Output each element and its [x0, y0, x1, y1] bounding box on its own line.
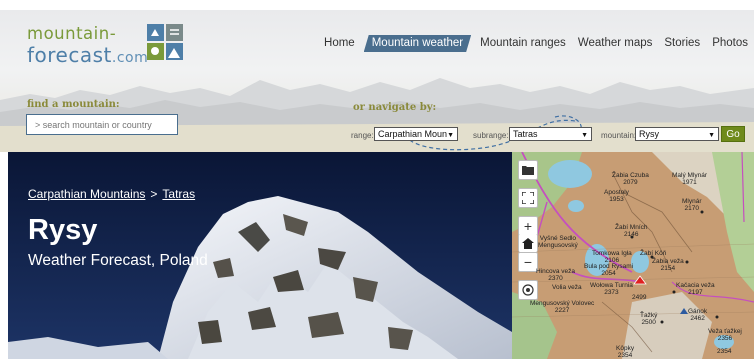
map-label: 2354 — [717, 348, 732, 355]
folder-icon[interactable] — [518, 160, 538, 180]
map-label: Kôpky 2354 — [616, 345, 635, 359]
map-label: Apostoly 1953 — [604, 189, 629, 203]
navigate-by-label: or navigate by: — [353, 102, 437, 113]
map-label: Žabia Czuba 2079 — [612, 172, 649, 186]
chevron-down-icon: ▼ — [708, 132, 715, 139]
nav-mountain-weather[interactable]: Mountain weather — [364, 35, 471, 52]
range-select-value: Carpathian Moun — [378, 129, 448, 139]
range-select[interactable]: Carpathian Moun ▼ — [374, 127, 458, 141]
logo-text-bottom: forecast.com — [27, 43, 148, 67]
nav-weather-maps[interactable]: Weather maps — [572, 35, 659, 52]
nav-home[interactable]: Home — [318, 35, 361, 52]
subrange-label: subrange: — [473, 131, 509, 140]
map-label: Žabia veža 2154 — [652, 258, 684, 272]
map-label: Ťažký 2500 — [640, 312, 658, 326]
subrange-select[interactable]: Tatras ▼ — [509, 127, 592, 141]
map-label: Žabí Mních 2146 — [615, 224, 648, 238]
map-label: Veža ťažkej 2356 — [708, 328, 742, 342]
nav-stories[interactable]: Stories — [658, 35, 706, 52]
nav-photos[interactable]: Photos — [706, 35, 754, 52]
mountain-select[interactable]: Rysy ▼ — [635, 127, 719, 141]
site-header: mountain- forecast.com Home Mountain wea… — [0, 10, 754, 152]
locate-icon[interactable] — [518, 280, 538, 300]
mountain-select-value: Rysy — [639, 129, 659, 139]
breadcrumb: Carpathian Mountains > Tatras — [28, 187, 195, 201]
map-label: Volia veža — [552, 284, 582, 291]
search-input[interactable] — [27, 115, 177, 135]
topo-map[interactable]: + − Žabia Czuba 2079 Malý Mlynár 1971 Apos… — [512, 152, 754, 359]
map-label: Bula pod Rysami 2054 — [584, 263, 634, 277]
go-button[interactable]: Go — [721, 126, 745, 142]
subrange-select-value: Tatras — [513, 129, 538, 139]
map-label: Malý Mlynár 1971 — [672, 172, 708, 186]
hero-banner: Carpathian Mountains > Tatras Rysy Weather… — [8, 152, 512, 359]
main-nav: Home Mountain weather Mountain ranges We… — [318, 35, 754, 52]
map-label: Mlynár 2170 — [682, 198, 702, 212]
map-label: 2499 — [632, 294, 647, 301]
chevron-down-icon: ▼ — [447, 132, 454, 139]
map-label: Žabí Kôň — [640, 250, 667, 257]
home-icon[interactable] — [518, 234, 538, 252]
mountain-label: mountain: — [601, 131, 637, 140]
map-label: Gánok 2462 — [688, 308, 708, 322]
map-label: Tomkowa Igła 2106 — [592, 250, 632, 264]
search-box — [26, 114, 178, 135]
map-label: Kačacia veža 2197 — [676, 282, 715, 296]
weather-icons-logo — [147, 24, 183, 60]
page-subtitle: Weather Forecast, Poland — [28, 252, 208, 269]
chevron-down-icon: ▼ — [581, 132, 588, 139]
zoom-in-icon[interactable]: + — [518, 216, 538, 236]
logo-text-top: mountain- — [27, 24, 117, 43]
range-label: range: — [351, 131, 374, 140]
find-mountain-label: find a mountain: — [27, 99, 120, 110]
logo-text-forecast: forecast — [27, 43, 112, 67]
map-label: Wołowa Turnia 2373 — [590, 282, 633, 296]
fullscreen-icon[interactable] — [518, 188, 538, 208]
map-label: Hincova veža 2370 — [536, 268, 576, 282]
logo-text-suffix: .com — [111, 50, 149, 66]
nav-mountain-ranges[interactable]: Mountain ranges — [474, 35, 572, 52]
breadcrumb-subrange-link[interactable]: Tatras — [162, 187, 195, 201]
breadcrumb-range-link[interactable]: Carpathian Mountains — [28, 187, 145, 201]
site-logo[interactable]: mountain- forecast.com — [27, 24, 187, 72]
map-label: Mengusovský Volovec 2227 — [530, 300, 595, 314]
page: mountain- forecast.com Home Mountain wea… — [0, 0, 754, 359]
zoom-out-icon[interactable]: − — [518, 252, 538, 272]
map-label: Vyšné Sedlo Mengusovský — [538, 235, 578, 249]
breadcrumb-separator: > — [150, 187, 158, 201]
page-title: Rysy — [28, 214, 98, 246]
